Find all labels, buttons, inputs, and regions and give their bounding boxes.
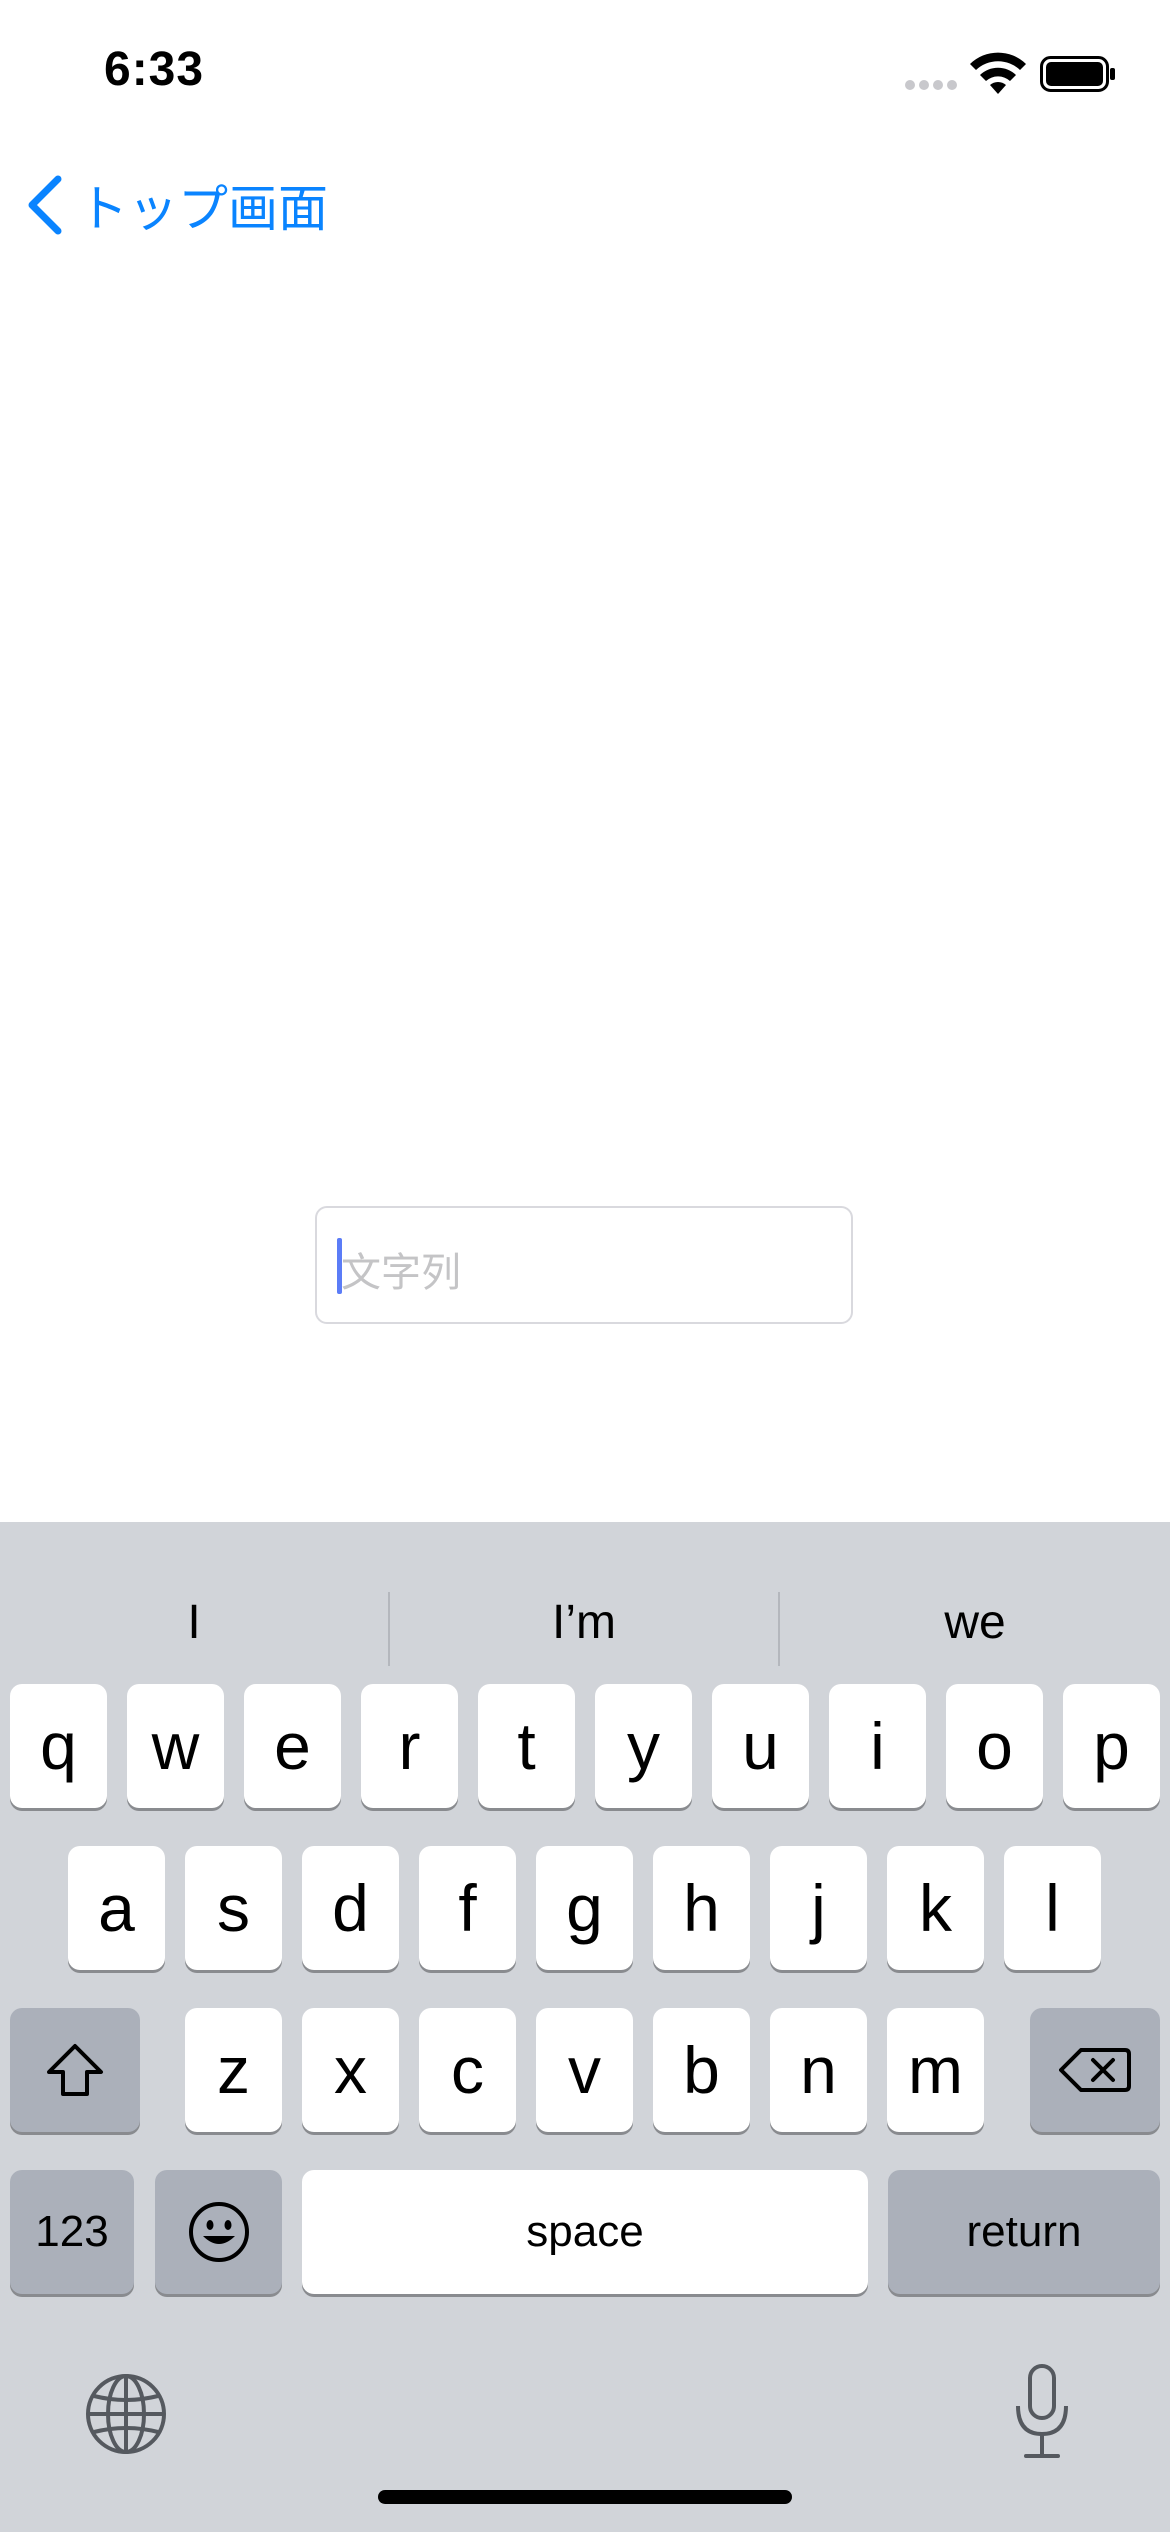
- wifi-icon: [970, 52, 1026, 94]
- key-q[interactable]: q: [10, 1684, 107, 1808]
- suggestion-3[interactable]: we: [780, 1562, 1170, 1682]
- key-t[interactable]: t: [478, 1684, 575, 1808]
- microphone-icon: [1016, 2364, 1068, 2458]
- key-d[interactable]: d: [302, 1846, 399, 1970]
- key-b[interactable]: b: [653, 2008, 750, 2132]
- status-time: 6:33: [104, 43, 205, 96]
- globe-button[interactable]: [84, 2372, 168, 2456]
- key-a[interactable]: a: [68, 1846, 165, 1970]
- microphone-button[interactable]: [1010, 2362, 1074, 2462]
- key-y[interactable]: y: [595, 1684, 692, 1808]
- suggestion-2[interactable]: I’m: [390, 1562, 778, 1682]
- shift-icon: [47, 2044, 103, 2096]
- numbers-key[interactable]: 123: [10, 2170, 134, 2294]
- emoji-icon: [188, 2202, 249, 2262]
- text-input-placeholder: 文字列: [341, 1251, 461, 1295]
- emoji-key[interactable]: [155, 2170, 282, 2294]
- shift-key[interactable]: [10, 2008, 140, 2132]
- key-v[interactable]: v: [536, 2008, 633, 2132]
- back-button-label: トップ画面: [78, 181, 328, 237]
- key-f[interactable]: f: [419, 1846, 516, 1970]
- key-p[interactable]: p: [1063, 1684, 1160, 1808]
- key-g[interactable]: g: [536, 1846, 633, 1970]
- key-o[interactable]: o: [946, 1684, 1043, 1808]
- chevron-left-icon: [28, 175, 62, 235]
- home-indicator[interactable]: [378, 2490, 792, 2504]
- key-r[interactable]: r: [361, 1684, 458, 1808]
- key-u[interactable]: u: [712, 1684, 809, 1808]
- key-h[interactable]: h: [653, 1846, 750, 1970]
- text-input[interactable]: 文字列: [315, 1206, 853, 1324]
- key-j[interactable]: j: [770, 1846, 867, 1970]
- keyboard: I I’m we q w e r t y u i o p a s d f g h…: [0, 1522, 1170, 2532]
- predictive-bar: I I’m we: [0, 1562, 1170, 1682]
- key-i[interactable]: i: [829, 1684, 926, 1808]
- delete-icon: [1059, 2048, 1131, 2092]
- battery-icon: [1040, 56, 1115, 92]
- key-l[interactable]: l: [1004, 1846, 1101, 1970]
- globe-icon: [86, 2374, 166, 2454]
- key-s[interactable]: s: [185, 1846, 282, 1970]
- key-k[interactable]: k: [887, 1846, 984, 1970]
- key-c[interactable]: c: [419, 2008, 516, 2132]
- delete-key[interactable]: [1030, 2008, 1160, 2132]
- suggestion-1[interactable]: I: [0, 1562, 388, 1682]
- key-m[interactable]: m: [887, 2008, 984, 2132]
- key-x[interactable]: x: [302, 2008, 399, 2132]
- space-key[interactable]: space: [302, 2170, 868, 2294]
- key-n[interactable]: n: [770, 2008, 867, 2132]
- status-bar: 6:33: [0, 0, 1170, 150]
- cellular-signal-icon: [905, 80, 959, 90]
- key-z[interactable]: z: [185, 2008, 282, 2132]
- return-key[interactable]: return: [888, 2170, 1160, 2294]
- key-e[interactable]: e: [244, 1684, 341, 1808]
- back-button[interactable]: トップ画面: [24, 170, 328, 240]
- key-w[interactable]: w: [127, 1684, 224, 1808]
